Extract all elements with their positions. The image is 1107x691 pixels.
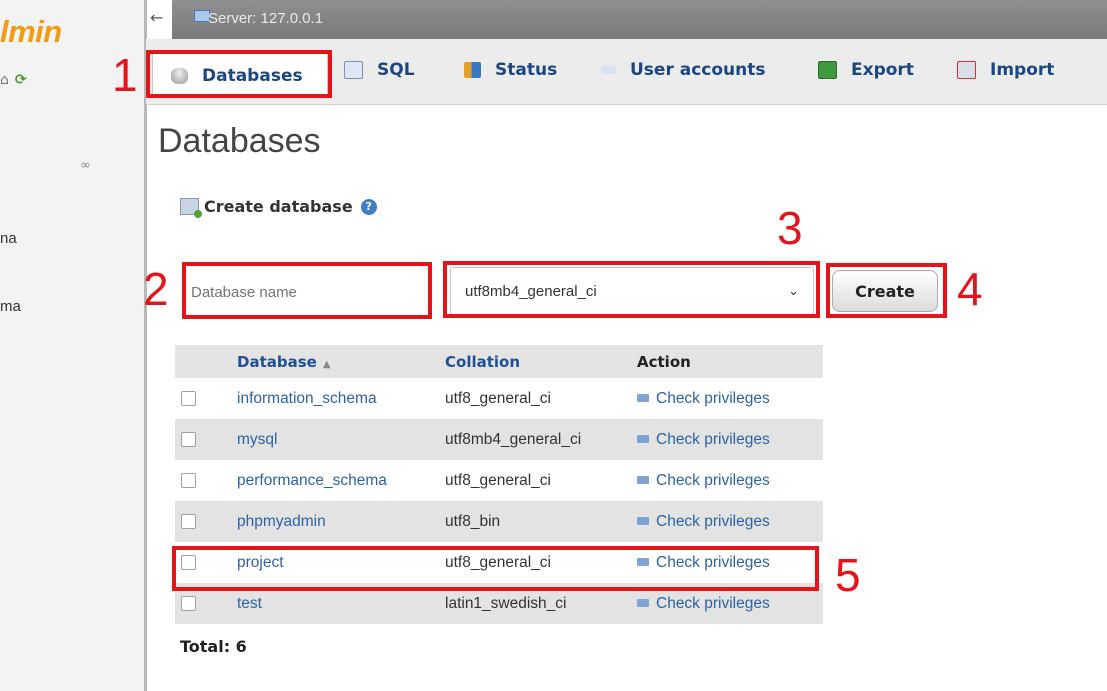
row-select-cell [175, 542, 231, 583]
privileges-icon [637, 394, 649, 403]
row-select-cell [175, 419, 231, 460]
privileges-icon [637, 476, 649, 485]
create-database-heading: Create database ? [180, 197, 377, 218]
page-title: Databases [158, 122, 321, 160]
header-collation-label: Collation [445, 352, 521, 371]
collapse-arrow-icon[interactable]: ← [150, 8, 163, 27]
check-privileges-link[interactable]: Check privileges [656, 595, 770, 612]
row-checkbox[interactable] [181, 513, 196, 529]
reload-icon[interactable]: ⟳ [15, 72, 27, 88]
row-checkbox[interactable] [181, 595, 196, 611]
help-icon[interactable]: ? [360, 198, 377, 215]
row-select-cell [175, 460, 231, 501]
tab-export[interactable]: Export [818, 52, 914, 88]
check-privileges-link[interactable]: Check privileges [656, 472, 770, 489]
chevron-down-icon: ⌄ [788, 283, 799, 298]
server-breadcrumb-label[interactable]: Server: 127.0.0.1 [208, 10, 323, 27]
row-select-cell [175, 378, 231, 419]
create-database-label: Create database [204, 197, 353, 216]
tab-databases[interactable]: Databases [152, 53, 328, 97]
database-name-input[interactable] [187, 268, 427, 316]
export-icon [818, 61, 837, 79]
status-icon [464, 62, 481, 78]
tab-status[interactable]: Status [464, 52, 557, 88]
table-header-row: Database ▲ Collation Action [175, 345, 823, 378]
header-database-label: Database [237, 352, 317, 371]
table-row: information_schema utf8_general_ci Check… [175, 378, 823, 419]
tab-import[interactable]: Import [957, 52, 1054, 88]
tab-label: SQL [377, 60, 415, 80]
row-checkbox[interactable] [181, 554, 196, 570]
tab-label: Databases [202, 65, 303, 86]
collation-value: utf8_bin [445, 512, 501, 530]
link-icon[interactable]: ∞ [80, 158, 91, 173]
table-row: phpmyadmin utf8_bin Check privileges [175, 501, 823, 542]
phpmyadmin-logo[interactable]: lmin [0, 14, 62, 50]
tab-label: Status [495, 60, 558, 80]
databases-table: Database ▲ Collation Action information_s… [175, 345, 823, 624]
check-privileges-link[interactable]: Check privileges [656, 554, 770, 571]
privileges-icon [637, 558, 649, 567]
annotation-number-4: 4 [957, 263, 983, 315]
database-link[interactable]: mysql [237, 431, 277, 448]
row-checkbox[interactable] [181, 431, 196, 447]
privileges-icon [637, 517, 649, 526]
collation-value: utf8mb4_general_ci [445, 430, 582, 448]
table-row: test latin1_swedish_ci Check privileges [175, 583, 823, 624]
create-database-icon [180, 198, 202, 218]
nav-db-item[interactable]: na [0, 230, 17, 247]
collation-value: utf8_general_ci [445, 471, 551, 489]
row-checkbox[interactable] [181, 472, 196, 488]
row-select-cell [175, 583, 231, 624]
server-breadcrumb: Server: 127.0.0.1 [172, 0, 1107, 39]
navigation-panel: lmin ⌂ ⟳ ∞ na ma [0, 0, 147, 691]
import-icon [957, 61, 976, 79]
create-button[interactable]: Create [832, 270, 938, 312]
annotation-number-5: 5 [835, 549, 861, 601]
row-checkbox[interactable] [181, 390, 196, 406]
table-row: performance_schema utf8_general_ci Check… [175, 460, 823, 501]
sort-asc-icon: ▲ [322, 358, 331, 370]
check-privileges-link[interactable]: Check privileges [656, 431, 770, 448]
total-count: Total: 6 [180, 637, 247, 656]
header-database[interactable]: Database ▲ [231, 345, 439, 378]
collation-selected-value: utf8mb4_general_ci [465, 282, 597, 300]
header-action: Action [631, 345, 823, 378]
tab-user-accounts[interactable]: User accounts [601, 52, 766, 88]
header-collation[interactable]: Collation [439, 345, 631, 378]
tab-label: User accounts [630, 60, 766, 80]
top-tabs: Databases SQL Status User accounts Expor… [146, 39, 1107, 105]
privileges-icon [637, 435, 649, 444]
header-action-label: Action [637, 352, 691, 371]
table-row: project utf8_general_ci Check privileges [175, 542, 823, 583]
annotation-number-3: 3 [777, 202, 803, 254]
user-accounts-icon [601, 66, 616, 74]
database-icon [171, 67, 188, 84]
collation-value: utf8_general_ci [445, 553, 551, 571]
collation-select[interactable]: utf8mb4_general_ci ⌄ [450, 267, 814, 315]
collation-value: utf8_general_ci [445, 389, 551, 407]
tab-sql[interactable]: SQL [344, 52, 415, 88]
database-link[interactable]: performance_schema [237, 472, 387, 489]
tab-label: Export [851, 60, 914, 80]
check-privileges-link[interactable]: Check privileges [656, 390, 770, 407]
database-link[interactable]: information_schema [237, 390, 377, 407]
database-link[interactable]: project [237, 554, 284, 571]
nav-db-item[interactable]: ma [0, 298, 21, 315]
select-all-header [175, 345, 231, 378]
home-icon[interactable]: ⌂ [0, 72, 9, 88]
privileges-icon [637, 599, 649, 608]
database-link[interactable]: test [237, 595, 262, 612]
check-privileges-link[interactable]: Check privileges [656, 513, 770, 530]
sql-icon [344, 61, 363, 79]
nav-toolbar: ⌂ ⟳ [0, 72, 27, 88]
table-row: mysql utf8mb4_general_ci Check privilege… [175, 419, 823, 460]
collation-value: latin1_swedish_ci [445, 594, 567, 612]
database-link[interactable]: phpmyadmin [237, 513, 326, 530]
tab-label: Import [990, 60, 1055, 80]
row-select-cell [175, 501, 231, 542]
